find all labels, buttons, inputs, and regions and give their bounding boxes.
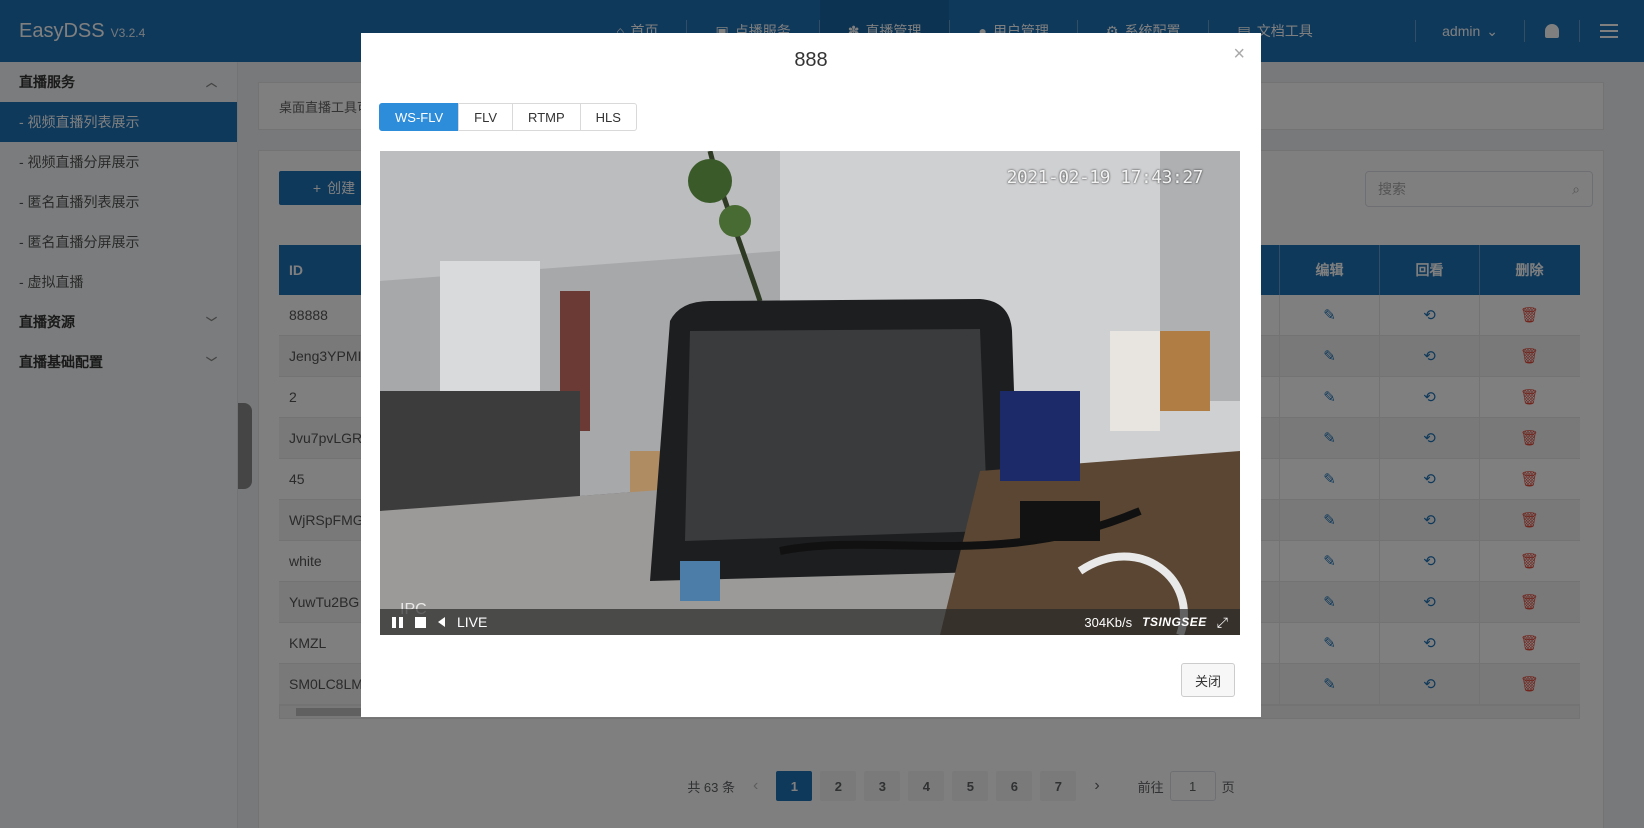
pause-icon	[392, 616, 403, 628]
dialog-title-text: 888	[794, 48, 828, 71]
live-indicator: LIVE	[457, 614, 488, 630]
stop-icon	[415, 616, 426, 628]
app-root: EasyDSS V3.2.4 ⌂首页 ▣点播服务 ✽直播管理 ●用户管理 ⚙系统…	[0, 0, 1644, 828]
tab-hls[interactable]: HLS	[579, 103, 637, 131]
tab-rtmp[interactable]: RTMP	[512, 103, 581, 131]
video-player[interactable]: 2021-02-19 17:43:27 IPC LIVE 304Kb/s TSI…	[380, 151, 1240, 635]
pause-button[interactable]	[392, 616, 403, 628]
volume-icon	[438, 617, 445, 627]
player-controls: LIVE 304Kb/s TSINGSEE ⤢	[380, 609, 1240, 635]
tab-flv[interactable]: FLV	[458, 103, 514, 131]
player-dialog: 888 × WS-FLV FLV RTMP HLS 2021-02-19 17:…	[361, 33, 1261, 717]
volume-button[interactable]	[438, 617, 445, 627]
bitrate-readout: 304Kb/s	[1084, 614, 1133, 630]
close-icon[interactable]: ×	[1233, 43, 1245, 66]
video-timestamp: 2021-02-19 17:43:27	[1006, 167, 1204, 188]
protocol-tabs: WS-FLV FLV RTMP HLS	[379, 103, 637, 131]
fullscreen-icon[interactable]: ⤢	[1217, 614, 1228, 631]
dialog-title: 888 ×	[361, 33, 1261, 87]
player-controls-right: 304Kb/s TSINGSEE ⤢	[1084, 614, 1240, 631]
tsingsee-logo: TSINGSEE	[1142, 615, 1207, 629]
video-frame-image	[380, 151, 1240, 635]
close-button[interactable]: 关闭	[1181, 663, 1235, 697]
tab-ws-flv[interactable]: WS-FLV	[379, 103, 460, 131]
stop-button[interactable]	[415, 616, 426, 628]
